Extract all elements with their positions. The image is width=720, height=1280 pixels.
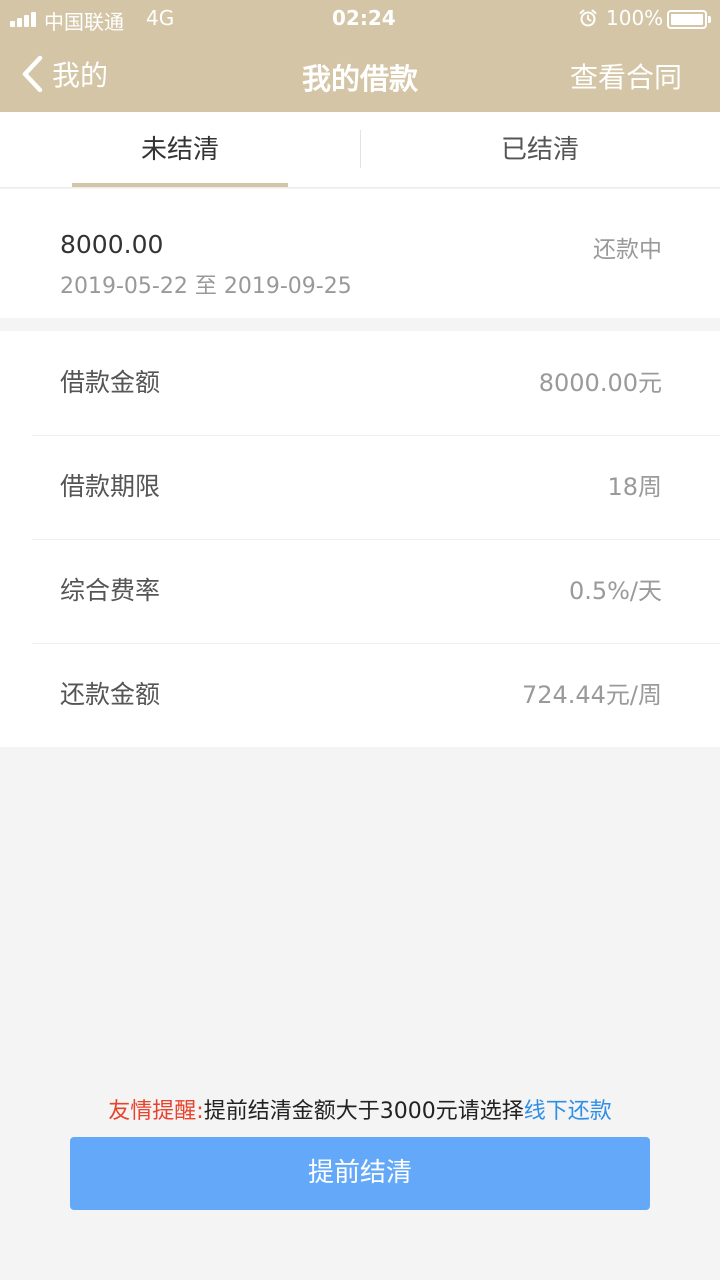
network-type: 4G	[146, 6, 175, 30]
early-settlement-button[interactable]: 提前结清	[70, 1137, 650, 1210]
loan-details-list: 借款金额 8000.00元 借款期限 18周 综合费率 0.5%/天 还款金额 …	[0, 331, 720, 747]
detail-row-rate: 综合费率 0.5%/天	[0, 539, 720, 643]
detail-value: 18周	[607, 473, 662, 501]
battery-icon	[667, 10, 711, 29]
view-contract-button[interactable]: 查看合同	[570, 56, 682, 96]
back-label: 我的	[52, 59, 109, 92]
tab-unsettled[interactable]: 未结清	[0, 112, 360, 188]
detail-row-repayment: 还款金额 724.44元/周	[0, 643, 720, 747]
tab-bar: 未结清 已结清	[0, 112, 720, 188]
tab-active-indicator	[72, 183, 288, 187]
notice-prefix: 友情提醒:	[108, 1099, 204, 1124]
top-bar: 中国联通 4G 02:24 100% 我的 我的借款 查看合同	[0, 0, 720, 112]
detail-label: 还款金额	[60, 680, 161, 709]
detail-value: 0.5%/天	[568, 577, 662, 605]
status-bar: 中国联通 4G 02:24 100%	[0, 0, 720, 38]
detail-label: 综合费率	[60, 576, 161, 605]
detail-label: 借款金额	[60, 368, 161, 397]
loan-amount: 8000.00	[60, 230, 164, 259]
detail-label: 借款期限	[60, 472, 161, 501]
detail-value: 8000.00元	[538, 369, 662, 397]
carrier-name: 中国联通	[44, 10, 124, 34]
loan-status: 还款中	[593, 237, 662, 263]
alarm-icon	[579, 9, 597, 27]
tab-settled[interactable]: 已结清	[360, 112, 720, 188]
back-chevron-icon	[22, 55, 43, 93]
loan-period: 2019-05-22 至 2019-09-25	[60, 274, 352, 299]
detail-value: 724.44元/周	[521, 681, 662, 709]
notice-text: 提前结清金额大于3000元请选择	[203, 1099, 524, 1124]
signal-icon	[10, 11, 36, 27]
detail-row-amount: 借款金额 8000.00元	[0, 331, 720, 435]
repayment-notice: 友情提醒:提前结清金额大于3000元请选择线下还款	[0, 1093, 720, 1125]
battery-percent: 100%	[606, 6, 664, 30]
status-time: 02:24	[332, 6, 396, 30]
offline-repayment-link[interactable]: 线下还款	[524, 1099, 612, 1124]
back-button[interactable]: 我的	[20, 54, 108, 94]
loan-summary-card[interactable]: 8000.00 2019-05-22 至 2019-09-25 还款中	[0, 189, 720, 318]
detail-row-term: 借款期限 18周	[0, 435, 720, 539]
